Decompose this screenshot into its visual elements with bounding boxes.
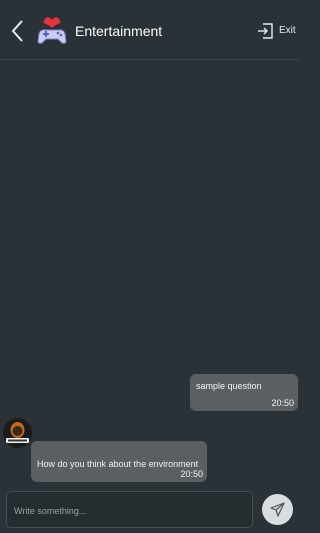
message-composer [6,491,253,529]
send-icon [270,502,285,517]
message-text: sample question [196,381,262,391]
avatar-image-icon [3,418,32,448]
incoming-message: How do you think about the environment 2… [31,441,207,482]
chat-header: Entertainment Exit [0,0,300,60]
message-time: 20:50 [180,469,203,479]
avatar[interactable] [3,418,32,448]
exit-button[interactable]: Exit [279,25,296,36]
chevron-left-icon[interactable] [8,18,28,44]
exit-icon[interactable] [257,22,275,40]
page-title: Entertainment [75,23,163,39]
message-text: How do you think about the environment [37,459,199,469]
message-time: 20:50 [271,398,294,408]
send-button[interactable] [262,494,293,525]
heart-gamepad-logo [37,17,67,44]
message-input[interactable] [12,492,251,529]
outgoing-message: sample question 20:50 [190,374,298,411]
